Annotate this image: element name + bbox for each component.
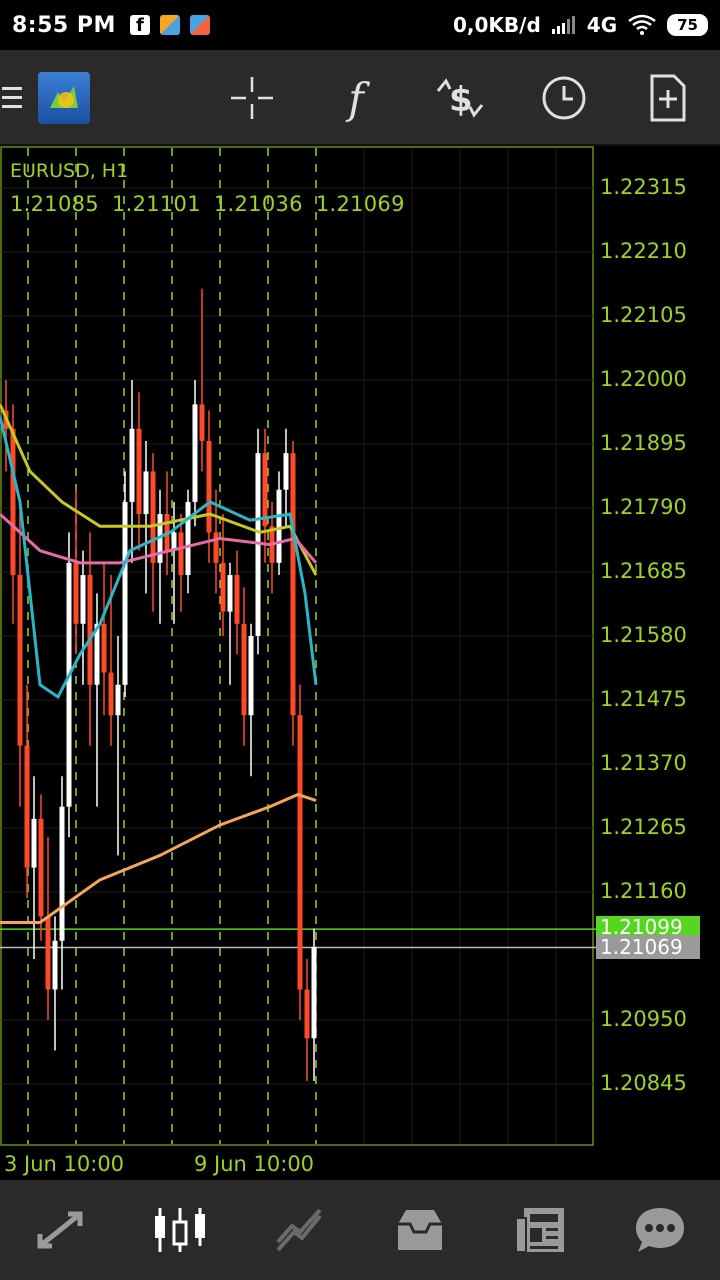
candle-body xyxy=(304,989,310,1039)
price-scale-label: 1.20845 xyxy=(600,1071,687,1095)
price-scale-label: 1.20950 xyxy=(600,1007,687,1031)
candle-body xyxy=(199,404,205,441)
candle-body xyxy=(213,532,219,563)
network-type: 4G xyxy=(586,13,618,37)
ohlc-close: 1.21069 xyxy=(315,192,405,216)
date-label: 3 Jun 10:00 xyxy=(4,1152,125,1176)
price-scale-label: 1.21790 xyxy=(600,495,687,519)
app-logo[interactable] xyxy=(38,72,90,124)
candle-body xyxy=(129,428,135,502)
app-notification-icon xyxy=(159,15,180,35)
ohlc-low: 1.21036 xyxy=(213,192,303,216)
candle-body xyxy=(178,532,184,576)
candle-body xyxy=(283,453,289,490)
price-scale-label: 1.21475 xyxy=(600,687,687,711)
timeframe-icon[interactable] xyxy=(538,72,590,124)
nav-messages[interactable] xyxy=(600,1180,720,1280)
price-scale-label: 1.21895 xyxy=(600,431,687,455)
candle-body xyxy=(38,818,44,917)
candle-body xyxy=(87,575,93,685)
candle-body xyxy=(290,453,296,716)
status-bar: 8:55 PM f 0,0KB/d 4G 75 xyxy=(0,0,720,50)
price-scale-label: 1.22315 xyxy=(600,175,687,199)
candle-body xyxy=(24,745,30,868)
facebook-icon: f xyxy=(129,15,150,36)
candle-body xyxy=(234,575,240,624)
svg-text:$: $ xyxy=(449,80,473,120)
price-scale-label: 1.21580 xyxy=(600,623,687,647)
network-speed: 0,0KB/d xyxy=(452,13,541,37)
ohlc-high: 1.21101 xyxy=(111,192,201,216)
candle-body xyxy=(276,489,282,563)
history-icon xyxy=(398,1210,442,1250)
quotes-icon xyxy=(37,1211,83,1249)
crosshair-icon[interactable] xyxy=(226,72,278,124)
trade-icon[interactable]: $ xyxy=(434,72,486,124)
price-scale-label: 1.21160 xyxy=(600,879,687,903)
app-notification-icon xyxy=(189,15,210,35)
price-scale-label: 1.21685 xyxy=(600,559,687,583)
ask-price-tag: 1.21069 xyxy=(596,935,700,959)
candle-body xyxy=(143,471,149,515)
candle-body xyxy=(150,471,156,563)
price-scale-label: 1.21265 xyxy=(600,815,687,839)
candle-body xyxy=(311,946,317,1039)
price-scale-label: 1.22105 xyxy=(600,303,687,327)
news-icon xyxy=(515,1208,564,1253)
chart-toolbar: f $ xyxy=(0,50,720,146)
nav-history[interactable] xyxy=(360,1180,480,1280)
candle-body xyxy=(17,575,23,746)
candle-body xyxy=(227,575,233,612)
indicators-icon[interactable]: f xyxy=(330,72,382,124)
new-order-icon[interactable] xyxy=(642,72,694,124)
candle-body xyxy=(220,562,226,612)
battery-icon: 75 xyxy=(667,14,708,36)
candle-body xyxy=(31,818,37,868)
status-time: 8:55 PM xyxy=(12,12,116,38)
chart-icon xyxy=(155,1208,205,1252)
candle-body xyxy=(73,562,79,624)
candle-body xyxy=(45,916,51,990)
candle-body xyxy=(185,501,191,576)
nav-trade[interactable] xyxy=(240,1180,360,1280)
candle-body xyxy=(262,453,268,527)
candle-body xyxy=(10,428,16,576)
candle-body xyxy=(241,623,247,716)
nav-chart[interactable] xyxy=(120,1180,240,1280)
messages-icon xyxy=(636,1208,684,1252)
price-scale-label: 1.22000 xyxy=(600,367,687,391)
price-scale-label: 1.21370 xyxy=(600,751,687,775)
candle-body xyxy=(115,684,121,716)
price-chart[interactable]: EURUSD, H1 1.21085 1.21101 1.21036 1.210… xyxy=(0,146,720,1180)
candle-body xyxy=(297,715,303,990)
signal-icon xyxy=(551,16,575,34)
menu-icon[interactable] xyxy=(0,72,26,124)
chart-symbol: EURUSD, H1 xyxy=(10,160,129,182)
candle-body xyxy=(80,575,86,624)
bottom-navigation xyxy=(0,1180,720,1280)
candle-body xyxy=(248,636,254,716)
candle-body xyxy=(52,940,58,990)
wifi-icon xyxy=(628,14,656,35)
ohlc-values: 1.21085 1.21101 1.21036 1.21069 xyxy=(10,192,411,216)
candle-body xyxy=(136,428,142,515)
nav-quotes[interactable] xyxy=(0,1180,120,1280)
candle-body xyxy=(122,501,128,685)
candle-body xyxy=(66,562,72,807)
candle-body xyxy=(101,623,107,673)
price-scale-label: 1.22210 xyxy=(600,239,687,263)
trade-icon xyxy=(276,1208,322,1252)
nav-news[interactable] xyxy=(480,1180,600,1280)
date-label: 9 Jun 10:00 xyxy=(194,1152,315,1176)
candle-body xyxy=(59,806,65,941)
candle-body xyxy=(206,440,212,533)
ohlc-open: 1.21085 xyxy=(10,192,99,216)
candle-body xyxy=(108,672,114,716)
candle-body xyxy=(192,404,198,502)
